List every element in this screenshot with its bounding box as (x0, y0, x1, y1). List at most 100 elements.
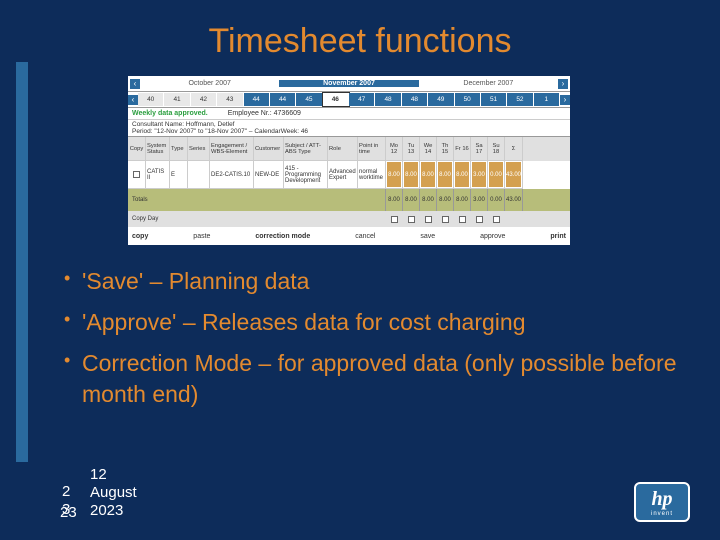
employee-label: Employee Nr.: 4736609 (228, 110, 301, 117)
hdr-day: Sa 17 (471, 137, 488, 161)
footer-date: 12 August 2023 (90, 466, 137, 520)
slide-title: Timesheet functions (0, 22, 720, 61)
status-row: Weekly data approved. Employee Nr.: 4736… (128, 108, 570, 120)
totals-val: 8.00 (454, 189, 471, 211)
copyday-cb[interactable] (454, 211, 471, 227)
action-bar: copy paste correction mode cancel save a… (128, 227, 570, 245)
approve-button[interactable]: approve (480, 233, 505, 240)
hdr-day: Mo 12 (386, 137, 403, 161)
hdr-type: Type (170, 137, 188, 161)
month-prev[interactable]: October 2007 (140, 80, 279, 87)
copy-day-label: Copy Day (128, 211, 386, 227)
week-cell[interactable]: 44 (244, 93, 270, 106)
totals-val: 8.00 (437, 189, 454, 211)
print-button[interactable]: print (550, 233, 566, 240)
week-cell[interactable]: 40 (138, 93, 164, 106)
hdr-role: Role (328, 137, 358, 161)
grid-header: Copy System Status Type Series Engagemen… (128, 137, 570, 161)
hdr-system: System Status (146, 137, 170, 161)
totals-row: Totals 8.00 8.00 8.00 8.00 8.00 3.00 0.0… (128, 189, 570, 211)
hdr-day: Fr 16 (454, 137, 471, 161)
week-cell[interactable]: 41 (164, 93, 190, 106)
hdr-engagement: Engagement / WBS-Element (210, 137, 254, 161)
row-customer: NEW-DE (254, 161, 284, 189)
month-current[interactable]: November 2007 (279, 80, 418, 87)
row-val[interactable]: 3.00 (471, 161, 488, 189)
hdr-sum: Σ (505, 137, 523, 161)
accent-bar (16, 62, 28, 462)
copy-button[interactable]: copy (132, 233, 148, 240)
row-sum: 43.00 (505, 161, 523, 189)
timesheet-screenshot: ‹ October 2007 November 2007 December 20… (128, 76, 570, 236)
correction-mode-button[interactable]: correction mode (255, 233, 310, 240)
bullet-item: 'Approve' – Releases data for cost charg… (60, 307, 680, 338)
totals-label: Totals (128, 189, 386, 211)
copyday-cb[interactable] (488, 211, 505, 227)
week-cell[interactable]: 1 (534, 93, 560, 106)
bullet-list: 'Save' – Planning data 'Approve' – Relea… (60, 266, 680, 420)
week-cell[interactable]: 49 (428, 93, 454, 106)
prev-month-icon[interactable]: ‹ (130, 79, 140, 89)
hp-logo: hp invent (634, 482, 690, 522)
hdr-subject: Subject / ATT-ABS Type (284, 137, 328, 161)
month-nav: ‹ October 2007 November 2007 December 20… (128, 76, 570, 92)
month-next[interactable]: December 2007 (419, 80, 558, 87)
copyday-cb[interactable] (386, 211, 403, 227)
logo-subtext: invent (651, 511, 673, 517)
row-val[interactable]: 0.00 (488, 161, 505, 189)
week-cell[interactable]: 47 (349, 93, 375, 106)
cancel-button[interactable]: cancel (355, 233, 375, 240)
hdr-pointintime: Point in time (358, 137, 386, 161)
totals-val: 0.00 (488, 189, 505, 211)
slide-number-col: 23 (62, 483, 70, 521)
row-system: CATIS II (146, 161, 170, 189)
paste-button[interactable]: paste (193, 233, 210, 240)
status-text: Weekly data approved. (132, 110, 208, 117)
week-cell[interactable]: 43 (217, 93, 243, 106)
totals-val: 8.00 (386, 189, 403, 211)
totals-val: 3.00 (471, 189, 488, 211)
hdr-copy: Copy (128, 137, 146, 161)
week-cell[interactable]: 50 (455, 93, 481, 106)
next-month-icon[interactable]: › (558, 79, 568, 89)
totals-sum: 43.00 (505, 189, 523, 211)
week-cell[interactable]: 48 (402, 93, 428, 106)
copyday-cb[interactable] (403, 211, 420, 227)
row-val[interactable]: 8.00 (386, 161, 403, 189)
hdr-day: Tu 13 (403, 137, 420, 161)
copyday-cb[interactable] (471, 211, 488, 227)
week-cell[interactable]: 52 (507, 93, 533, 106)
save-button[interactable]: save (420, 233, 435, 240)
row-val[interactable]: 8.00 (437, 161, 454, 189)
consultant-name: Consultant Name: Hoffmann, Detlef (132, 121, 566, 128)
next-week-icon[interactable]: › (560, 95, 570, 105)
period-row: Consultant Name: Hoffmann, Detlef Period… (128, 120, 570, 137)
copyday-cb[interactable] (420, 211, 437, 227)
totals-val: 8.00 (403, 189, 420, 211)
week-cell-selected[interactable]: 46 (323, 93, 349, 106)
week-cell[interactable]: 42 (191, 93, 217, 106)
hdr-day: Th 15 (437, 137, 454, 161)
prev-week-icon[interactable]: ‹ (128, 95, 138, 105)
hdr-customer: Customer (254, 137, 284, 161)
row-val[interactable]: 8.00 (403, 161, 420, 189)
row-subject: 415 - Programming Development (284, 161, 328, 189)
hdr-series: Series (188, 137, 210, 161)
copyday-cb[interactable] (437, 211, 454, 227)
row-val[interactable]: 8.00 (454, 161, 471, 189)
row-copy-checkbox[interactable] (128, 161, 146, 189)
row-engagement: DE2-CATIS.10 (210, 161, 254, 189)
row-val[interactable]: 8.00 (420, 161, 437, 189)
copy-day-row: Copy Day (128, 211, 570, 227)
row-pit: normal worktime (358, 161, 386, 189)
week-cell[interactable]: 48 (375, 93, 401, 106)
grid-row: CATIS II E DE2-CATIS.10 NEW-DE 415 - Pro… (128, 161, 570, 189)
row-series (188, 161, 210, 189)
period-text: Period: "12-Nov 2007" to "18-Nov 2007" –… (132, 128, 566, 135)
bullet-item: Correction Mode – for approved data (onl… (60, 348, 680, 410)
week-cell[interactable]: 51 (481, 93, 507, 106)
week-cell[interactable]: 45 (296, 93, 322, 106)
row-type: E (170, 161, 188, 189)
week-cell[interactable]: 44 (270, 93, 296, 106)
hdr-day: We 14 (420, 137, 437, 161)
